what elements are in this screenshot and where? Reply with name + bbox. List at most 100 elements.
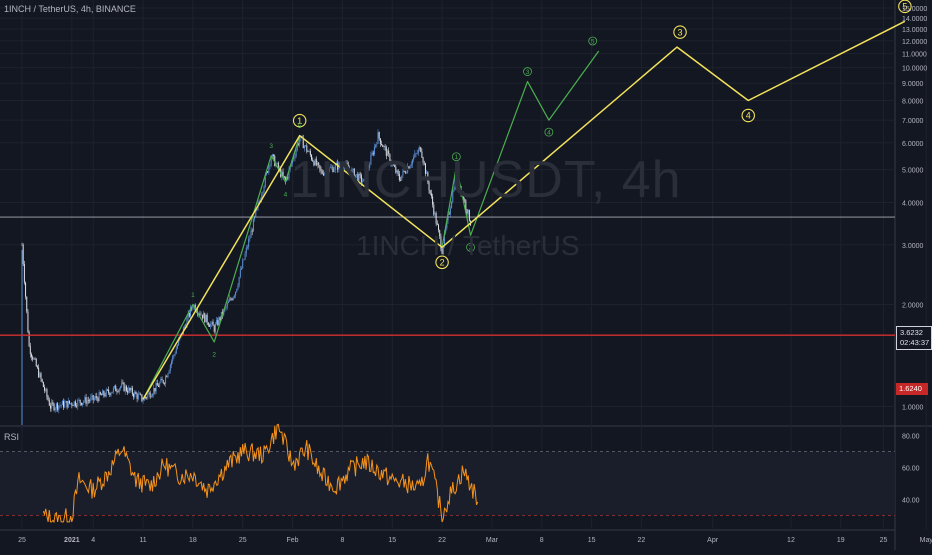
candle-body	[154, 387, 156, 392]
candle-body	[84, 397, 86, 402]
candle-body	[52, 402, 54, 404]
candle-body	[22, 244, 24, 265]
candle-body	[64, 402, 66, 408]
candle-body	[235, 291, 237, 296]
candle-body	[146, 397, 148, 399]
candle-body	[236, 288, 238, 292]
candle-body	[116, 391, 118, 392]
price-chart[interactable]: 123451234512345 15.000014.000013.000012.…	[0, 0, 932, 550]
time-tick-label: May	[920, 537, 932, 544]
candle-body	[156, 383, 158, 386]
price-tick-label: 8.0000	[902, 99, 924, 106]
candle-body	[252, 219, 254, 232]
candle-body	[287, 177, 289, 179]
candle-body	[74, 401, 76, 406]
candle-body	[379, 138, 381, 144]
candle-body	[47, 396, 49, 401]
candle-body	[63, 401, 65, 408]
candle-body	[127, 390, 129, 393]
candle-body	[217, 320, 219, 325]
candle-body	[23, 264, 25, 283]
time-tick-label: 25	[239, 537, 247, 544]
candle-countdown: 02:43:37	[900, 338, 930, 347]
candle-body	[377, 132, 379, 144]
price-tick-label: 11.0000	[902, 52, 927, 59]
candle-body	[48, 400, 50, 406]
current-price-tag: 3.6232 02:43:37	[896, 326, 932, 350]
candle-body	[51, 402, 53, 409]
time-tick-label: 15	[388, 537, 396, 544]
candle-body	[152, 394, 154, 397]
candle-body	[44, 387, 46, 391]
candle-body	[138, 393, 140, 395]
rsi-indicator-label[interactable]: RSI	[4, 432, 19, 442]
candle-body	[211, 321, 213, 324]
candle-body	[109, 392, 111, 396]
time-tick-label: 19	[837, 537, 845, 544]
candle-body	[110, 393, 112, 396]
candle-body	[65, 401, 67, 403]
candle-body	[92, 395, 94, 400]
candle-body	[242, 260, 244, 269]
candle-body	[237, 285, 239, 289]
candle-body	[161, 379, 163, 381]
candle-body	[60, 404, 62, 406]
candle-body	[282, 171, 284, 176]
candle-body	[78, 399, 80, 401]
candle-body	[55, 403, 57, 409]
secondary-wave-label: 5	[591, 38, 595, 45]
candle-body	[141, 394, 143, 401]
candle-body	[199, 313, 201, 315]
candle-body	[268, 165, 270, 173]
candle-body	[155, 383, 157, 392]
candle-body	[40, 373, 42, 380]
time-tick-label: 15	[588, 537, 596, 544]
time-tick-label: 8	[540, 537, 544, 544]
rsi-tick-label: 60.00	[902, 466, 920, 473]
price-tick-label: 1.0000	[902, 405, 924, 412]
candle-body	[162, 380, 164, 384]
candle-body	[104, 395, 106, 397]
candle-body	[283, 175, 285, 178]
candle-body	[148, 392, 150, 395]
candle-body	[87, 400, 89, 401]
candle-body	[216, 320, 218, 325]
candle-body	[246, 247, 248, 248]
candle-body	[232, 296, 234, 300]
candle-body	[206, 314, 208, 323]
candle-body	[250, 230, 252, 238]
candle-body	[207, 322, 209, 326]
candle-body	[130, 387, 132, 391]
candle-body	[167, 373, 169, 378]
candle-body	[140, 393, 142, 395]
candle-body	[134, 391, 136, 397]
candle-body	[297, 144, 299, 145]
candle-body	[273, 154, 275, 156]
candle-body	[115, 385, 117, 392]
candle-body	[58, 405, 60, 410]
candle-body	[36, 366, 38, 368]
current-price-value: 3.6232	[900, 328, 923, 337]
candle-body	[121, 382, 123, 387]
symbol-title[interactable]: 1INCH / TetherUS, 4h, BINANCE	[4, 4, 136, 14]
symbol-label: 1INCH / TetherUS, 4h, BINANCE	[4, 4, 136, 14]
watermark-symbol: 1INCHUSDT, 4h	[290, 151, 682, 209]
candle-body	[97, 398, 99, 402]
candle-body	[226, 303, 228, 307]
candle-body	[49, 405, 51, 409]
price-tick-label: 10.0000	[902, 66, 927, 73]
candle-body	[435, 213, 437, 224]
candle-body	[91, 395, 93, 398]
candle-body	[204, 313, 206, 323]
candle-body	[80, 402, 82, 406]
candle-body	[131, 387, 133, 395]
candle-body	[72, 405, 74, 406]
primary-wave-label: 3	[678, 27, 683, 37]
time-tick-label: 25	[18, 537, 26, 544]
candle-body	[95, 396, 97, 399]
candle-body	[73, 401, 75, 406]
candle-body	[381, 143, 383, 146]
candle-body	[176, 345, 178, 349]
candle-body	[46, 389, 48, 397]
candle-body	[231, 299, 233, 300]
